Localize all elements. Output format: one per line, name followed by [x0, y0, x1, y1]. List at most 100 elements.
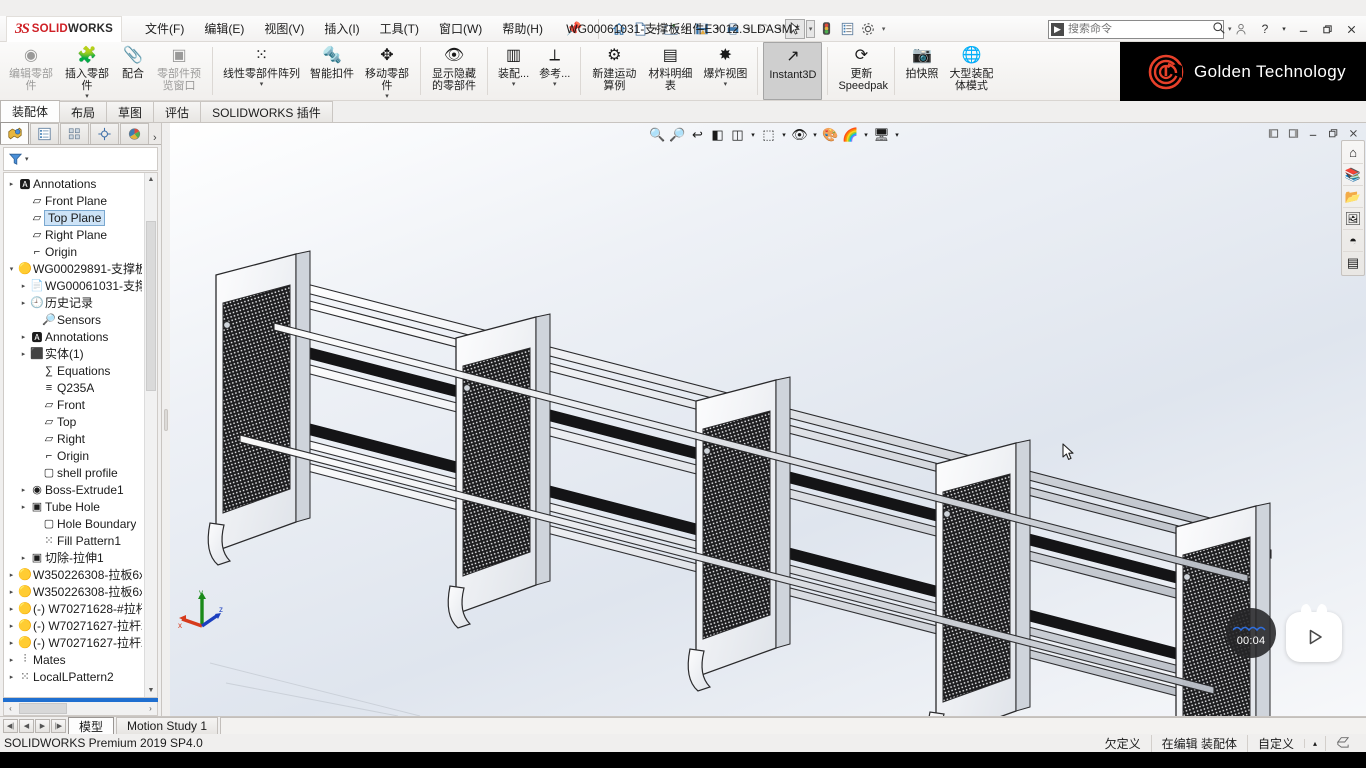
menu-edit[interactable]: 编辑(E) [195, 16, 253, 41]
tree-scroll-left-icon[interactable]: ‹ [4, 704, 17, 713]
undo-icon[interactable] [754, 19, 774, 39]
tree-horizontal-scrollbar[interactable]: ‹ › [3, 702, 158, 716]
panel-splitter[interactable] [162, 123, 170, 716]
menu-view[interactable]: 视图(V) [255, 16, 313, 41]
mate-button[interactable]: 📎配合 [115, 42, 151, 100]
tree-node[interactable]: ▱Top Plane [4, 209, 144, 226]
assembly-features-button-caret-icon[interactable]: ▾ [512, 81, 516, 88]
tree-expander-icon[interactable]: ▸ [6, 622, 17, 630]
tree-node[interactable]: ▾🟡WG00029891-支撑板E [4, 260, 144, 277]
tree-expander-icon[interactable]: ▸ [18, 333, 29, 341]
update-speedpak-button[interactable]: ⟳更新 Speedpak [833, 42, 889, 100]
new-document-caret-icon[interactable]: ▾ [651, 25, 660, 33]
tree-node[interactable]: ▸🕘历史记录 [4, 294, 144, 311]
tree-node[interactable]: 🔎Sensors [4, 311, 144, 328]
tree-node[interactable]: ⌐Origin [4, 447, 144, 464]
splitter-grip[interactable] [164, 409, 168, 431]
move-component-button-caret-icon[interactable]: ▾ [385, 93, 389, 100]
tree-node[interactable]: ▸▣切除-拉伸1 [4, 549, 144, 566]
settings-gear-icon[interactable] [858, 19, 878, 39]
tree-expander-icon[interactable]: ▸ [18, 299, 29, 307]
settings-caret-icon[interactable]: ▾ [879, 25, 888, 33]
tab-assembly[interactable]: 装配体 [0, 100, 60, 122]
open-document-icon[interactable] [661, 19, 681, 39]
status-custom[interactable]: 自定义 [1247, 735, 1304, 752]
tree-node[interactable]: ≡Q235A [4, 379, 144, 396]
open-document-caret-icon[interactable]: ▾ [682, 25, 691, 33]
tree-hscroll-thumb[interactable] [19, 703, 67, 714]
print-caret-icon[interactable]: ▾ [744, 25, 753, 33]
tree-expander-icon[interactable]: ▸ [18, 486, 29, 494]
bottom-tab-model[interactable]: 模型 [68, 717, 114, 735]
tree-node[interactable]: ▸🟡(-) W70271627-拉杆24 [4, 617, 144, 634]
tree-node[interactable]: ▸⁙LocalLPattern2 [4, 668, 144, 685]
take-snapshot-button[interactable]: 📷拍快照 [900, 42, 943, 100]
exploded-view-button[interactable]: ✸爆炸视图▾ [698, 42, 752, 100]
recording-timer[interactable]: 00:04 [1226, 608, 1276, 658]
undo-caret-icon[interactable]: ▾ [775, 25, 784, 33]
tree-node[interactable]: ▸🟡(-) W70271627-拉杆24 [4, 634, 144, 651]
tree-expander-icon[interactable]: ▸ [18, 503, 29, 511]
feature-tree-filter[interactable]: ▾ [3, 147, 158, 171]
tree-node[interactable]: ▱Front Plane [4, 192, 144, 209]
tree-node[interactable]: ▸▣Tube Hole [4, 498, 144, 515]
overlay-icon[interactable] [1325, 736, 1360, 751]
linear-component-pattern-button[interactable]: ⁙线性零部件阵列▾ [218, 42, 305, 100]
feature-tree[interactable]: ▸🅰Annotations▱Front Plane▱Top Plane▱Righ… [3, 172, 158, 698]
tree-node[interactable]: ▱Right [4, 430, 144, 447]
menu-window[interactable]: 窗口(W) [430, 16, 491, 41]
tree-node[interactable]: ∑Equations [4, 362, 144, 379]
property-manager-tab[interactable] [30, 123, 59, 144]
tree-expander-icon[interactable]: ▸ [6, 656, 17, 664]
tree-expander-icon[interactable]: ▸ [6, 605, 17, 613]
search-input[interactable] [1064, 23, 1210, 35]
manager-tabs-more-icon[interactable]: › [153, 132, 157, 144]
filter-caret-icon[interactable]: ▾ [25, 155, 29, 163]
tree-expander-icon[interactable]: ▸ [6, 180, 17, 188]
search-box[interactable]: ▶ ▾ [1048, 20, 1224, 39]
tree-node[interactable]: ▸🅰Annotations [4, 328, 144, 345]
tree-expander-icon[interactable]: ▸ [18, 554, 29, 562]
configuration-manager-tab[interactable] [60, 123, 89, 144]
exploded-view-button-caret-icon[interactable]: ▾ [724, 81, 728, 88]
tree-node[interactable]: ▱Front [4, 396, 144, 413]
assembly-features-button[interactable]: ▥装配...▾ [493, 42, 534, 100]
graphics-area[interactable]: 🔍🔎↩◧◫▾⬚▾👁▾🎨🌈▾🖥▾ ⌂📚📂🖼◓▤ [170, 123, 1366, 716]
menu-tools[interactable]: 工具(T) [371, 16, 428, 41]
instant3d-button[interactable]: ↗Instant3D [763, 42, 822, 100]
tree-node[interactable]: ▢Hole Boundary [4, 515, 144, 532]
tab-layout[interactable]: 布局 [59, 101, 107, 122]
tree-expander-icon[interactable]: ▸ [6, 588, 17, 596]
search-scope-icon[interactable]: ▶ [1051, 23, 1064, 36]
help-caret-icon[interactable]: ▾ [1278, 16, 1290, 42]
tree-expander-icon[interactable]: ▸ [18, 282, 29, 290]
tree-scroll-thumb[interactable] [146, 221, 156, 391]
cad-model-view[interactable] [170, 123, 1366, 716]
user-account-icon[interactable] [1230, 16, 1252, 42]
tree-node[interactable]: ▸🟡W350226308-拉板6x2 [4, 566, 144, 583]
show-hidden-components-button[interactable]: 👁显示隐藏的零部件 [426, 42, 482, 100]
status-custom-caret-icon[interactable]: ▴ [1304, 739, 1325, 748]
dimxpert-manager-tab[interactable] [90, 123, 119, 144]
tree-expander-icon[interactable]: ▸ [6, 673, 17, 681]
new-document-icon[interactable] [630, 19, 650, 39]
tree-node[interactable]: ▱Right Plane [4, 226, 144, 243]
last-tab-button[interactable]: |▶ [51, 719, 66, 733]
solidworks-logo[interactable]: 3S SOLIDWORKS [6, 16, 122, 42]
search-icon[interactable] [1210, 21, 1228, 38]
close-button[interactable] [1340, 16, 1362, 42]
menu-file[interactable]: 文件(F) [136, 16, 193, 41]
insert-components-button-caret-icon[interactable]: ▾ [85, 93, 89, 100]
tree-node[interactable]: ⁙Fill Pattern1 [4, 532, 144, 549]
tree-node[interactable]: ▸⬛实体(1) [4, 345, 144, 362]
move-component-button[interactable]: ✥移动零部件▾ [359, 42, 415, 100]
new-motion-study-button[interactable]: ⚙新建运动算例 [586, 42, 642, 100]
print-icon[interactable] [723, 19, 743, 39]
save-caret-icon[interactable]: ▾ [713, 25, 722, 33]
tree-node[interactable]: ▸◉Boss-Extrude1 [4, 481, 144, 498]
smart-fasteners-button[interactable]: 🔩智能扣件 [305, 42, 359, 100]
tree-scroll-up-icon[interactable]: ▲ [145, 173, 157, 186]
linear-component-pattern-button-caret-icon[interactable]: ▾ [260, 81, 264, 88]
tree-node[interactable]: ▢shell profile [4, 464, 144, 481]
save-icon[interactable] [692, 19, 712, 39]
